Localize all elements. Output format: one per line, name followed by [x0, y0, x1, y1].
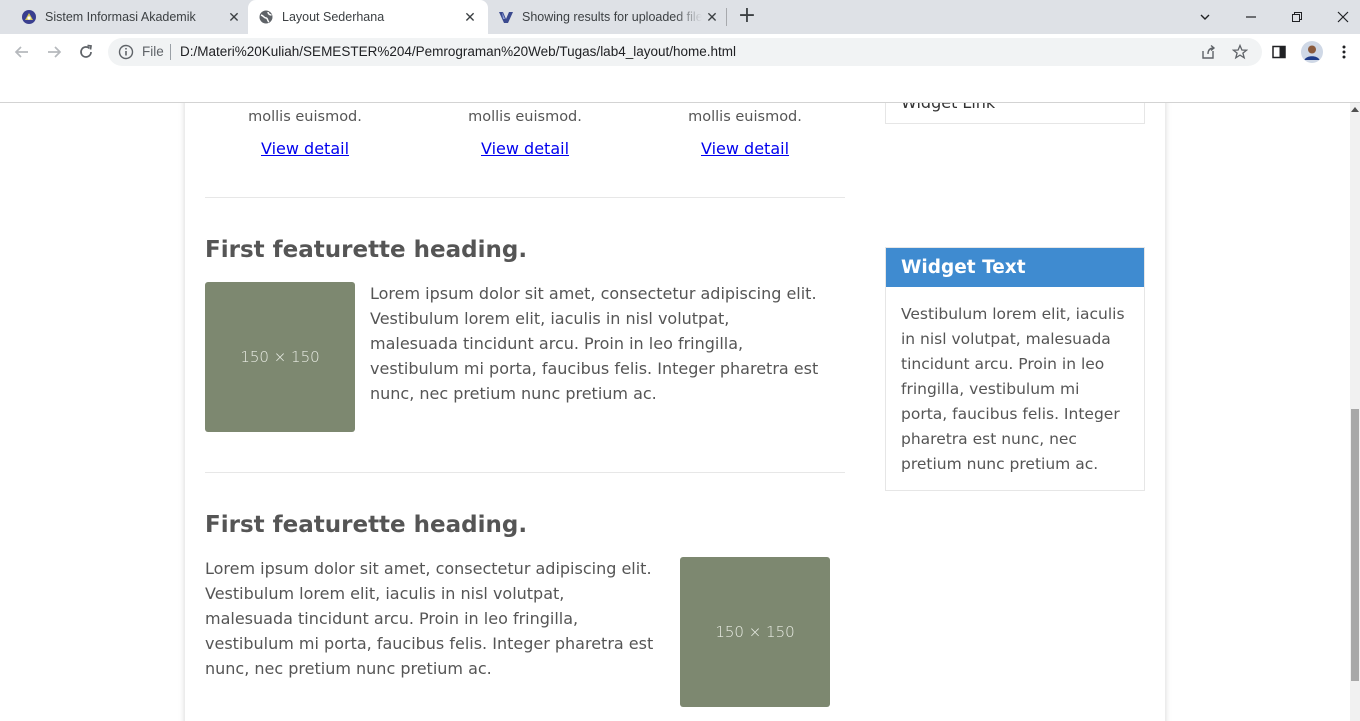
column-text: mollis euismod. [688, 109, 802, 125]
close-icon[interactable]: ✕ [460, 7, 480, 27]
featurette-heading: First featurette heading. [205, 237, 528, 263]
tab-search-results[interactable]: Showing results for uploaded file ✕ [490, 0, 722, 34]
close-icon [1337, 11, 1349, 23]
reload-icon [80, 44, 92, 58]
close-icon[interactable]: ✕ [702, 7, 722, 27]
url-text[interactable]: D:/Materi%20Kuliah/SEMESTER%204/Pemrogra… [180, 44, 736, 59]
scrollbar-thumb[interactable] [1351, 409, 1359, 681]
page-scrollbar[interactable] [1350, 103, 1360, 721]
forward-button[interactable] [40, 38, 68, 66]
tab-title: Showing results for uploaded file [522, 10, 702, 24]
featurette-text: Lorem ipsum dolor sit amet, consectetur … [205, 559, 654, 678]
view-detail-link[interactable]: View detail [425, 139, 625, 158]
restore-button[interactable] [1274, 0, 1320, 34]
arrow-right-icon [48, 46, 62, 58]
widget-body: Vestibulum lorem elit, iaculis in nisl v… [901, 305, 1125, 473]
widget-text-panel: Widget Text Vestibulum lorem elit, iacul… [885, 247, 1145, 491]
address-bar[interactable]: File D:/Materi%20Kuliah/SEMESTER%204/Pem… [108, 38, 1262, 66]
restore-icon [1292, 12, 1302, 22]
kebab-menu-icon [1342, 45, 1346, 59]
view-detail-link[interactable]: View detail [645, 139, 845, 158]
featurette-text: Lorem ipsum dolor sit amet, consectetur … [370, 284, 819, 403]
page-viewport: mollis euismod. View detail mollis euism… [0, 103, 1350, 721]
omnibox-separator [170, 44, 171, 60]
column-text: mollis euismod. [468, 109, 582, 125]
reload-button[interactable] [72, 38, 100, 66]
globe-icon [259, 10, 273, 24]
search-engine-logo-icon [499, 12, 513, 23]
featurette-heading: First featurette heading. [205, 512, 528, 538]
tab-search-dropdown[interactable] [1182, 0, 1228, 34]
triangle-up-icon [1351, 107, 1359, 112]
page-container: mollis euismod. View detail mollis euism… [185, 103, 1165, 721]
bookmark-star-button[interactable] [1230, 42, 1250, 62]
column-item: mollis euismod. View detail [205, 103, 405, 158]
tab-title: Layout Sederhana [282, 10, 385, 24]
featurette-divider [205, 197, 845, 198]
tab-separator [726, 8, 727, 26]
side-panel-button[interactable] [1265, 38, 1293, 66]
minimize-button[interactable] [1228, 0, 1274, 34]
placeholder-image: 150 × 150 [680, 557, 830, 707]
column-text: mollis euismod. [248, 109, 362, 125]
scheme-label: File [142, 44, 164, 59]
side-panel-icon [1272, 45, 1286, 59]
tab-title: Sistem Informasi Akademik [45, 10, 196, 24]
widget-link-panel: Widget Link [885, 103, 1145, 124]
profile-avatar[interactable] [1298, 38, 1326, 66]
share-icon [1202, 44, 1216, 59]
widget-title: Widget Text [886, 248, 1144, 287]
tab-strip: Sistem Informasi Akademik ✕ Layout Seder… [0, 0, 1360, 34]
view-detail-link[interactable]: View detail [205, 139, 405, 158]
share-button[interactable] [1198, 42, 1218, 62]
tab-sistem-informasi[interactable]: Sistem Informasi Akademik ✕ [12, 0, 244, 34]
browser-toolbar: File D:/Materi%20Kuliah/SEMESTER%204/Pem… [0, 34, 1360, 70]
column-item: mollis euismod. View detail [425, 103, 625, 158]
back-button[interactable] [8, 38, 36, 66]
info-icon[interactable] [118, 44, 134, 60]
widget-link[interactable]: Widget Link [901, 103, 995, 112]
chevron-down-icon [1200, 14, 1210, 20]
avatar-icon [1301, 41, 1323, 63]
tab-layout-sederhana[interactable]: Layout Sederhana ✕ [248, 0, 488, 34]
minimize-icon [1246, 16, 1256, 18]
star-icon [1232, 44, 1248, 60]
scroll-up-arrow[interactable] [1350, 103, 1360, 115]
university-logo-icon [22, 10, 36, 24]
menu-button[interactable] [1330, 38, 1358, 66]
close-window-button[interactable] [1320, 0, 1360, 34]
column-item: mollis euismod. View detail [645, 103, 845, 158]
placeholder-image: 150 × 150 [205, 282, 355, 432]
close-icon[interactable]: ✕ [224, 7, 244, 27]
new-tab-button[interactable]: + [736, 5, 758, 28]
arrow-left-icon [14, 46, 28, 58]
featurette-divider [205, 472, 845, 473]
